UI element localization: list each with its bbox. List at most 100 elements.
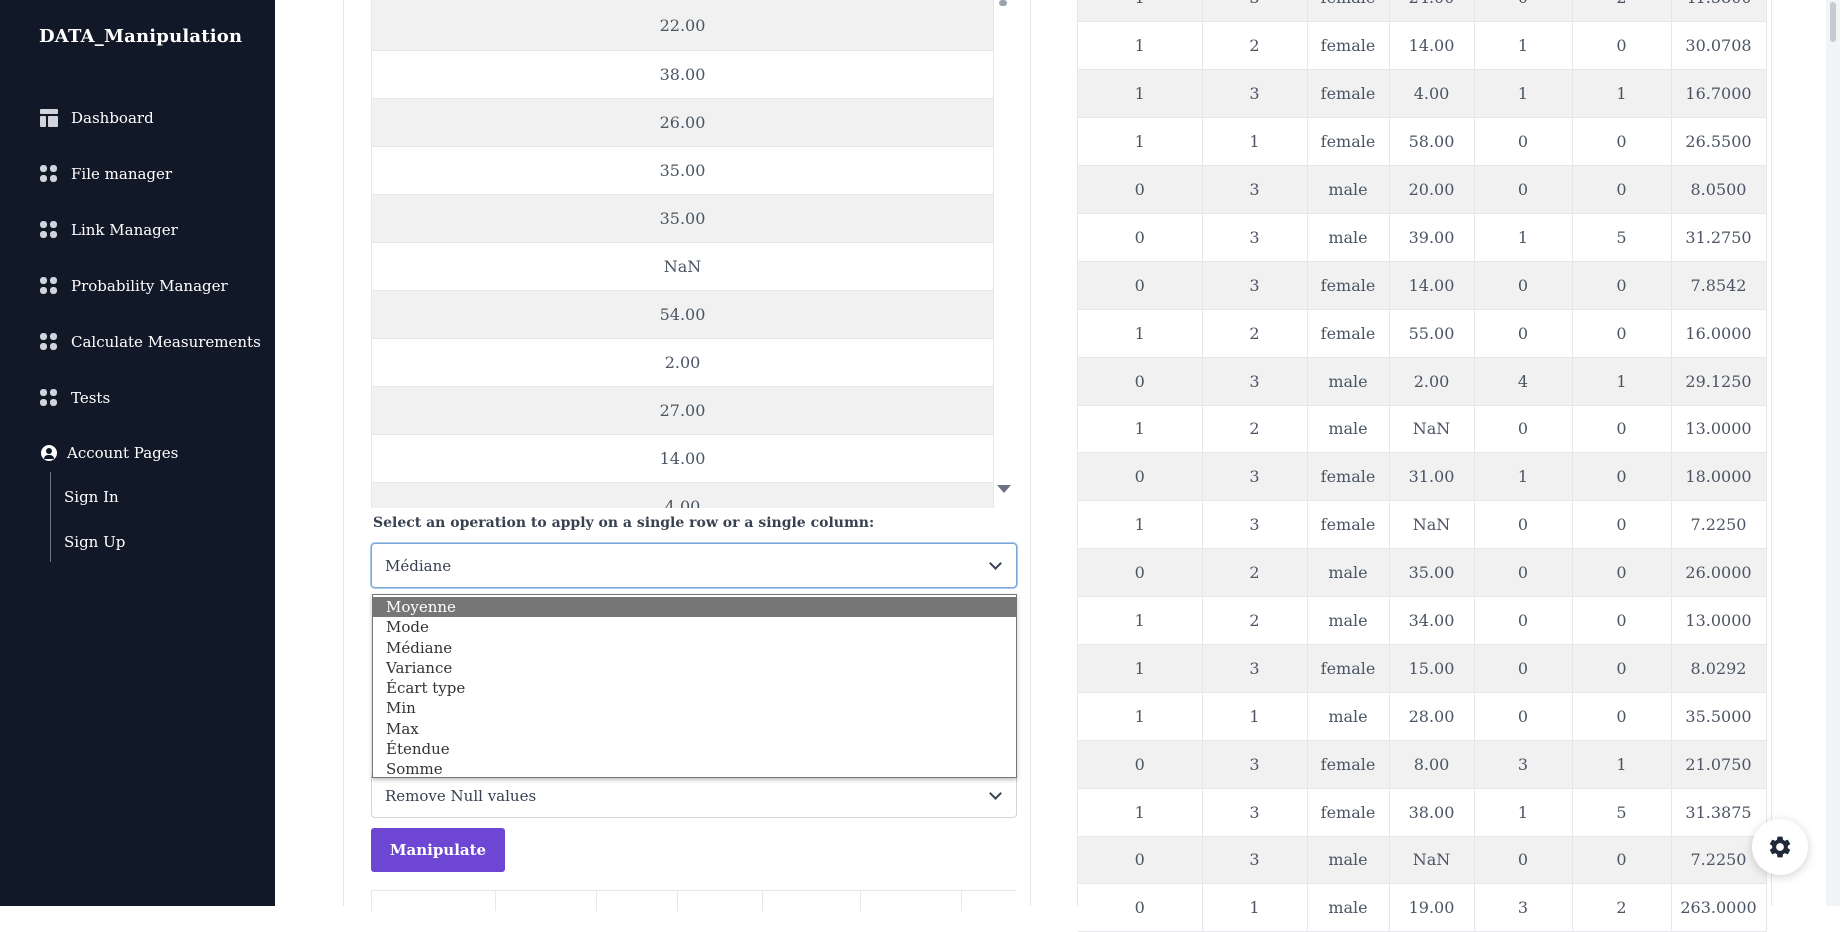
table-cell: 3 xyxy=(1474,740,1573,789)
scrollbar-thumb[interactable] xyxy=(1830,2,1836,42)
scroll-down-arrow-icon[interactable] xyxy=(997,485,1011,493)
sidebar-item-probability-manager[interactable]: Probability Manager xyxy=(39,274,228,298)
table-cell: female xyxy=(1307,500,1390,550)
table-cell: 0 xyxy=(1474,692,1573,741)
table-cell: 26.0000 xyxy=(1671,548,1767,598)
table-cell: 3 xyxy=(1202,213,1308,262)
table-cell: 0 xyxy=(1078,261,1203,310)
table-cell: 7.8542 xyxy=(1671,261,1767,310)
sidebar-item-account-pages[interactable]: Account Pages xyxy=(41,441,178,465)
option-mediane[interactable]: Médiane xyxy=(373,638,1016,658)
operation-select[interactable]: Médiane xyxy=(371,543,1017,588)
sidebar-item-link-manager[interactable]: Link Manager xyxy=(39,218,178,242)
null-values-select[interactable]: Remove Null values xyxy=(371,773,1017,818)
sidebar-item-dashboard[interactable]: Dashboard xyxy=(39,106,154,130)
table-row: 0 3 male 39.00 1 5 31.2750 xyxy=(1078,213,1767,262)
operation-label: Select an operation to apply on a single… xyxy=(373,515,875,531)
table-cell: 3 xyxy=(1474,883,1573,932)
table-cell: 0 xyxy=(1572,452,1672,502)
table-cell: 0 xyxy=(1078,165,1203,214)
sidebar-item-sign-in[interactable]: Sign In xyxy=(64,488,119,506)
sidebar-item-label: File manager xyxy=(71,165,173,183)
table-cell: 2 xyxy=(1202,596,1308,645)
table-cell: male xyxy=(1307,692,1390,741)
table-cell: 3 xyxy=(1202,788,1308,837)
table-cell: 1 xyxy=(1474,21,1573,71)
scrollbar-thumb[interactable] xyxy=(999,0,1007,6)
sidebar-item-label: Tests xyxy=(71,389,111,407)
table-cell: 3 xyxy=(1202,261,1308,310)
option-min[interactable]: Min xyxy=(373,698,1016,718)
manipulate-button[interactable]: Manipulate xyxy=(371,828,505,872)
grid-icon xyxy=(39,276,59,296)
table-cell: 3 xyxy=(1202,452,1308,502)
cell-value: 38.00 xyxy=(659,65,706,84)
table-cell: 1 xyxy=(1078,500,1203,550)
table-cell: 20.00 xyxy=(1389,165,1475,214)
table-row: 1 1 male 28.00 0 0 35.5000 xyxy=(1078,692,1767,741)
table-cell: 41.5800 xyxy=(1671,0,1767,23)
table-row: 1 3 female NaN 0 0 7.2250 xyxy=(1078,500,1767,550)
table-row: 0 1 male 19.00 3 2 263.0000 xyxy=(1078,883,1767,932)
table-cell: 0 xyxy=(1078,883,1203,932)
sidebar-item-tests[interactable]: Tests xyxy=(39,386,110,410)
table-cell: 0 xyxy=(1474,596,1573,645)
table-cell: 35.00 xyxy=(1389,548,1475,598)
table-cell: 5 xyxy=(1572,213,1672,262)
table-cell: 0 xyxy=(1078,213,1203,262)
table-cell: 0 xyxy=(1572,644,1672,693)
sidebar-item-calculate-measurements[interactable]: Calculate Measurements xyxy=(39,330,261,354)
option-etendue[interactable]: Étendue xyxy=(373,739,1016,759)
table-row: 27.00 xyxy=(372,387,993,435)
table-cell: 8.00 xyxy=(1389,740,1475,789)
table-scrollbar[interactable] xyxy=(994,0,1012,508)
table-cell: 14.00 xyxy=(1389,261,1475,310)
dataset-table[interactable]: 13female24.000241.580012female14.001030.… xyxy=(1078,0,1767,932)
option-max[interactable]: Max xyxy=(373,719,1016,739)
option-ecart-type[interactable]: Écart type xyxy=(373,678,1016,698)
table-cell: 3 xyxy=(1202,644,1308,693)
table-cell: 4.00 xyxy=(1389,69,1475,119)
submenu-divider xyxy=(50,472,51,562)
table-cell: 3 xyxy=(1202,0,1308,23)
table-row: 1 2 male NaN 0 0 13.0000 xyxy=(1078,405,1767,454)
table-cell: 16.0000 xyxy=(1671,309,1767,358)
table-cell: male xyxy=(1307,548,1390,598)
gear-icon xyxy=(1769,836,1791,858)
cell-value: 35.00 xyxy=(659,161,706,180)
column-values-table[interactable]: 22.00 38.00 26.00 35.00 35.00 NaN 54.00 … xyxy=(371,0,994,508)
table-cell: 3 xyxy=(1202,165,1308,214)
table-cell: 3 xyxy=(1202,836,1308,885)
operation-selected-value: Médiane xyxy=(385,556,452,575)
table-cell: 4 xyxy=(1474,357,1573,406)
sidebar-item-file-manager[interactable]: File manager xyxy=(39,162,172,186)
grid-icon xyxy=(39,332,59,352)
table-cell: 15.00 xyxy=(1389,644,1475,693)
table-cell: 7.2250 xyxy=(1671,500,1767,550)
option-moyenne[interactable]: Moyenne xyxy=(373,597,1016,618)
table-cell: 1 xyxy=(1078,21,1203,71)
sidebar-item-sign-up[interactable]: Sign Up xyxy=(64,533,125,551)
table-cell: 0 xyxy=(1474,644,1573,693)
null-values-selected: Remove Null values xyxy=(385,786,537,805)
table-row: 2.00 xyxy=(372,339,993,387)
settings-button[interactable] xyxy=(1752,819,1808,875)
table-cell: 31.3875 xyxy=(1671,788,1767,837)
brand-title[interactable]: DATA_Manipulation xyxy=(39,26,242,47)
table-cell: female xyxy=(1307,309,1390,358)
table-cell: male xyxy=(1307,213,1390,262)
cell-value: 14.00 xyxy=(659,449,706,468)
table-row: 4.00 xyxy=(372,483,993,508)
table-cell: 0 xyxy=(1572,165,1672,214)
page-scrollbar[interactable] xyxy=(1826,0,1840,906)
table-cell: female xyxy=(1307,740,1390,789)
operation-dropdown-list[interactable]: Moyenne Mode Médiane Variance Écart type… xyxy=(372,594,1017,778)
table-cell: 13.0000 xyxy=(1671,405,1767,454)
option-mode[interactable]: Mode xyxy=(373,617,1016,637)
table-cell: 1 xyxy=(1078,309,1203,358)
option-somme[interactable]: Somme xyxy=(373,759,1016,779)
option-variance[interactable]: Variance xyxy=(373,658,1016,678)
table-cell: 1 xyxy=(1474,452,1573,502)
table-cell: 1 xyxy=(1572,740,1672,789)
sidebar-item-label: Dashboard xyxy=(71,109,154,127)
